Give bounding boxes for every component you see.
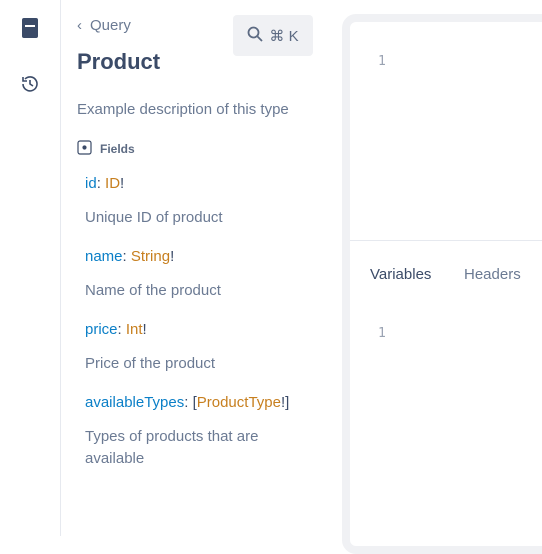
field-name: price xyxy=(85,321,118,338)
field-colon: : xyxy=(122,248,131,265)
field-type: ProductType xyxy=(196,394,281,411)
editor-divider xyxy=(350,240,542,241)
field-name: id xyxy=(85,175,97,192)
back-to-query-link[interactable]: ‹ Query xyxy=(77,17,131,34)
query-line-number: 1 xyxy=(378,54,386,69)
tab-variables[interactable]: Variables xyxy=(370,266,431,283)
field-id[interactable]: id: ID! xyxy=(85,175,124,192)
field-name: availableTypes xyxy=(85,394,185,411)
field-suffix: ! xyxy=(120,175,125,192)
field-price[interactable]: price: Int! xyxy=(85,321,147,338)
back-label: Query xyxy=(90,17,131,34)
query-editor[interactable]: 1 Variables Headers 1 xyxy=(342,14,542,554)
field-suffix: ! xyxy=(142,321,147,338)
docs-book-icon[interactable] xyxy=(18,16,42,40)
field-suffix: ! xyxy=(170,248,175,265)
variables-line-number: 1 xyxy=(378,326,386,341)
search-button[interactable]: ⌘ K xyxy=(233,15,313,56)
field-available-types[interactable]: availableTypes: [ProductType!] xyxy=(85,394,289,411)
tab-headers[interactable]: Headers xyxy=(464,266,521,283)
field-suffix: !] xyxy=(280,394,290,411)
page-title: Product xyxy=(77,49,161,74)
field-description: Unique ID of product xyxy=(85,209,223,226)
field-description: Types of products that are available xyxy=(85,428,259,467)
field-colon: : xyxy=(96,175,106,192)
field-name: name xyxy=(85,248,123,265)
field-type: String xyxy=(130,248,171,265)
fields-label: Fields xyxy=(100,142,135,156)
field-description: Name of the product xyxy=(85,282,221,299)
chevron-left-icon: ‹ xyxy=(77,17,82,34)
field-colon: : xyxy=(117,321,126,338)
fields-icon xyxy=(77,140,92,158)
history-icon[interactable] xyxy=(18,72,42,96)
field-type: Int xyxy=(125,321,143,338)
search-icon xyxy=(247,26,264,46)
field-type: ID xyxy=(105,175,121,192)
type-description: Example description of this type xyxy=(77,101,289,118)
field-colon: : xyxy=(184,394,193,411)
field-name-entry[interactable]: name: String! xyxy=(85,248,174,265)
field-description: Price of the product xyxy=(85,355,216,372)
search-shortcut: ⌘ K xyxy=(269,27,299,45)
fields-heading: Fields xyxy=(77,140,135,158)
docs-panel: ‹ Query ⌘ K Product Example description … xyxy=(61,0,329,536)
sidebar xyxy=(0,0,61,536)
